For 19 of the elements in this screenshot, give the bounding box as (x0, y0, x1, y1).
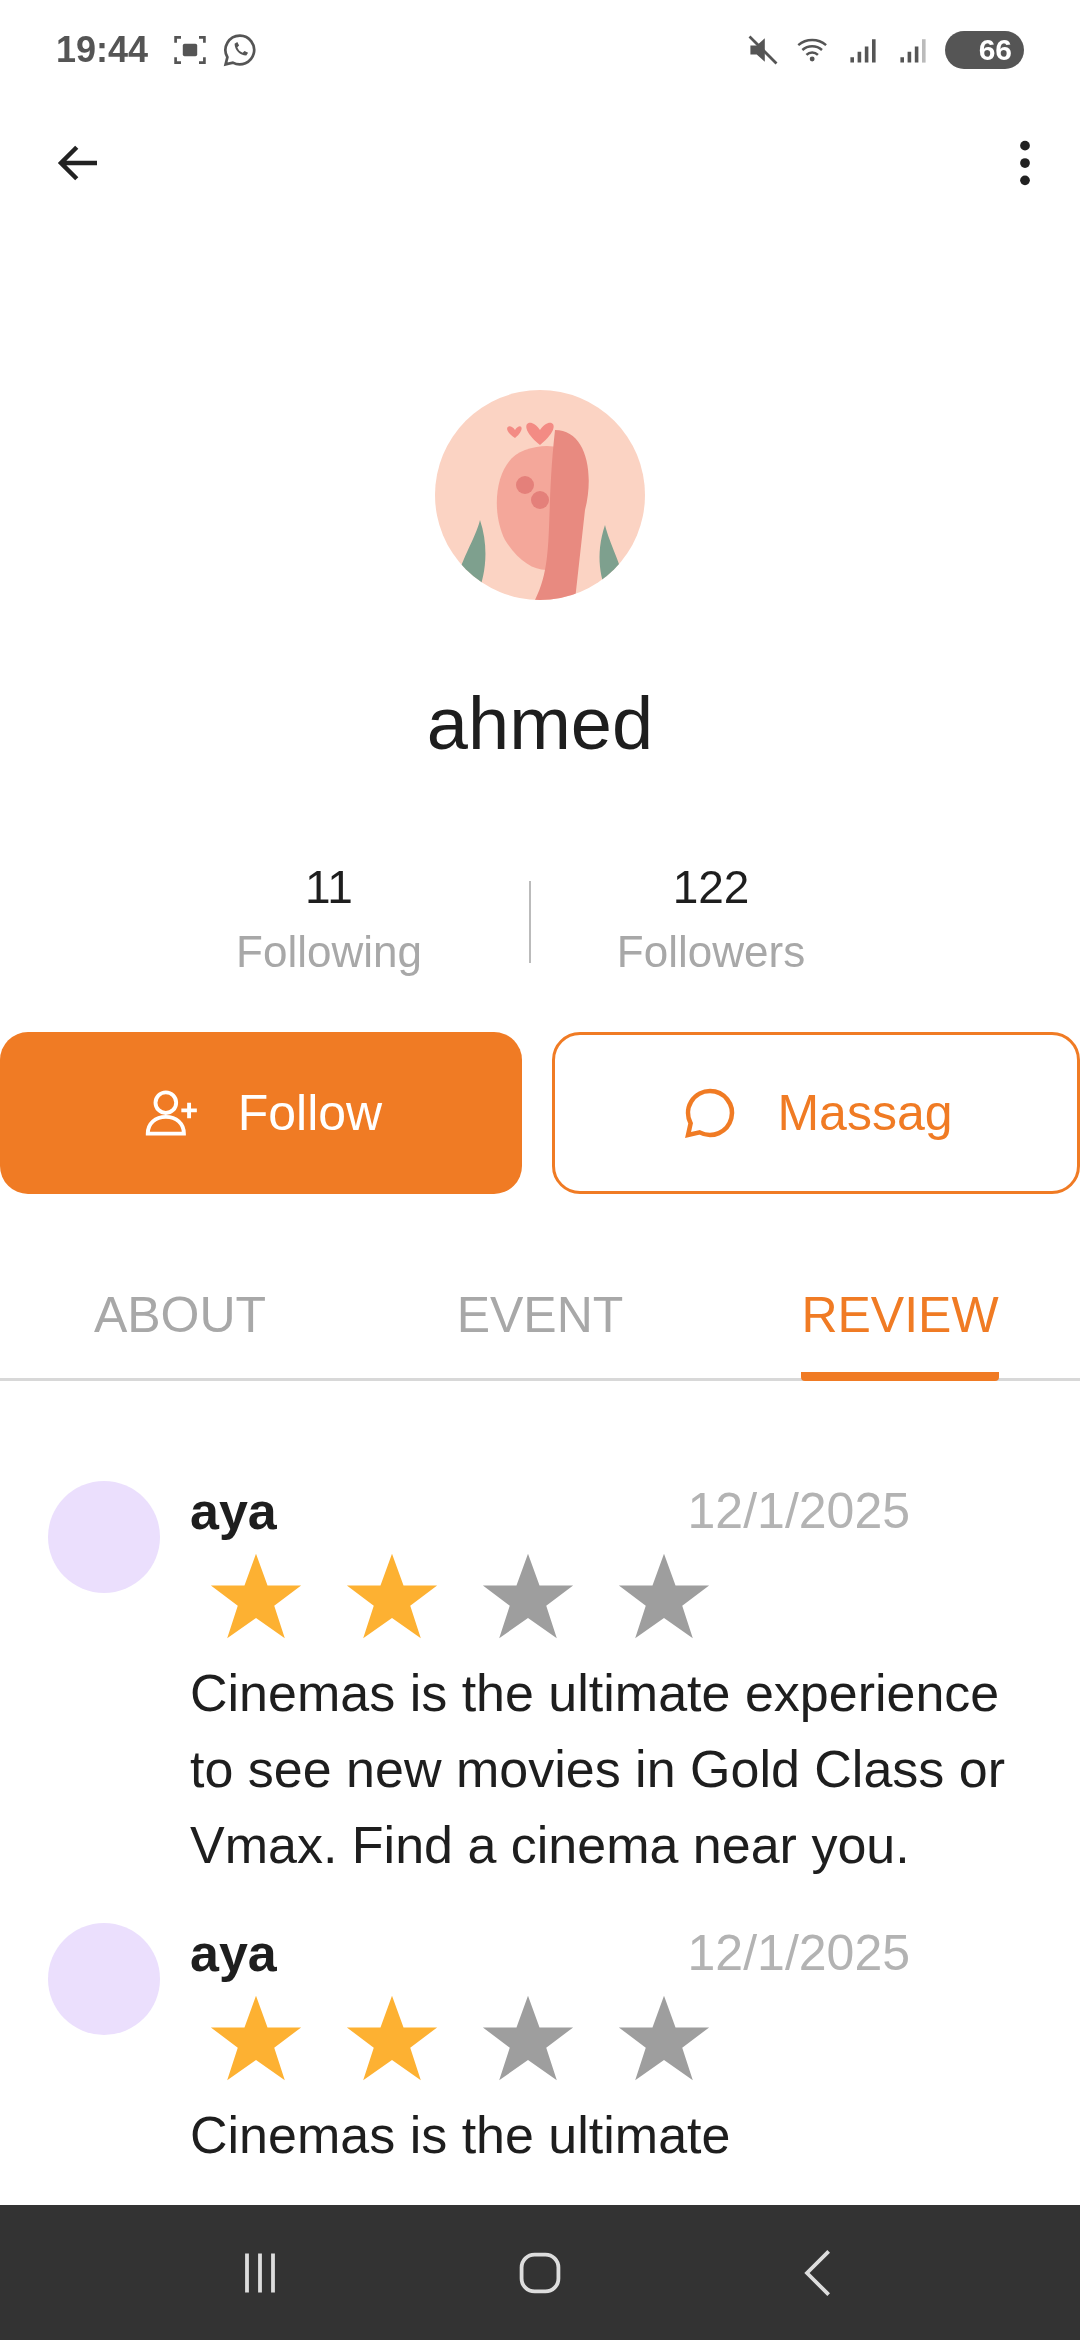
chat-icon (222, 32, 259, 68)
profile-name: ahmed (425, 681, 655, 767)
battery-level: 66 (944, 31, 1024, 69)
follow-button[interactable]: Follow (0, 1032, 522, 1194)
status-time: 19:44 (56, 29, 149, 71)
stat-value: 122 (672, 860, 750, 915)
review-text: Cinemas is the ultimate (190, 2105, 732, 2166)
stat-label: Followers (616, 926, 806, 978)
reviewer-name: aya (190, 1923, 277, 1983)
stat-label: Following (236, 926, 422, 978)
review-date: 12/1/2025 (687, 1482, 910, 1540)
tab[interactable]: REVIEW (801, 1272, 999, 1381)
review-date: 12/1/2025 (687, 1924, 910, 1982)
stat-value: 11 (305, 860, 353, 915)
message-button[interactable]: Massag (552, 1032, 1080, 1194)
tab[interactable]: EVENT (456, 1272, 624, 1381)
tab[interactable]: ABOUT (93, 1272, 267, 1381)
reviewer-name: aya (190, 1481, 277, 1541)
review-text: Cinemas is the ultimate experience to see new movies in Gold Class or Vmax. Find a cinema near you. (190, 1663, 1006, 1876)
